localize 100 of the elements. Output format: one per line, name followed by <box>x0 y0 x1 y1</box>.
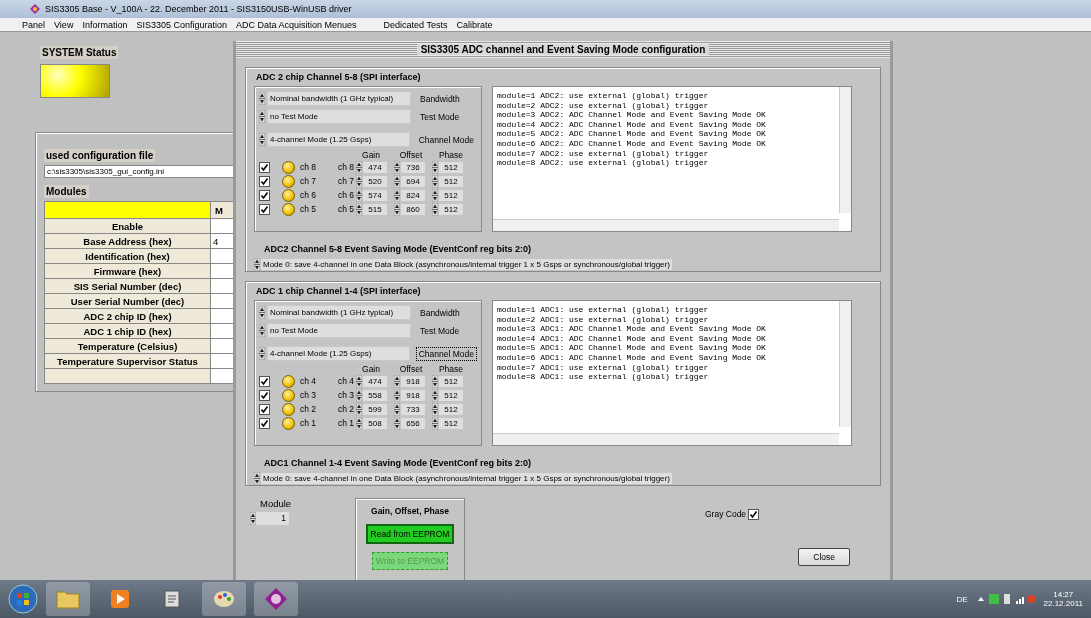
spinner-icon[interactable] <box>394 188 400 202</box>
spinner-icon[interactable] <box>432 188 438 202</box>
tray-icons[interactable] <box>975 593 1036 605</box>
phase-field[interactable]: 512 <box>439 375 463 387</box>
spinner-icon[interactable] <box>356 388 362 402</box>
spinner-icon[interactable] <box>394 174 400 188</box>
spinner-icon[interactable] <box>356 202 362 216</box>
gain-field[interactable]: 574 <box>363 189 387 201</box>
spinner-icon[interactable] <box>394 416 400 430</box>
paint-palette-icon[interactable] <box>213 589 235 609</box>
spinner-icon[interactable] <box>259 110 265 123</box>
checkbox[interactable] <box>259 403 270 415</box>
eeprom-button[interactable]: Read from EEPROM <box>365 524 455 544</box>
gain-field[interactable]: 599 <box>363 403 387 415</box>
checkbox[interactable] <box>259 189 270 201</box>
checkbox[interactable] <box>259 389 270 401</box>
start-button[interactable] <box>8 584 38 614</box>
led-icon <box>282 402 295 416</box>
spinner-icon[interactable] <box>394 374 400 388</box>
spinner-icon[interactable] <box>259 133 265 146</box>
mode-select[interactable]: Nominal bandwidth (1 GHz typical) <box>267 305 411 320</box>
gain-field[interactable]: 474 <box>363 375 387 387</box>
spinner-icon[interactable] <box>394 202 400 216</box>
spinner-icon[interactable] <box>259 347 265 360</box>
spinner-icon[interactable] <box>254 472 260 485</box>
phase-field[interactable]: 512 <box>439 389 463 401</box>
spinner-icon[interactable] <box>432 202 438 216</box>
horizontal-scrollbar[interactable] <box>493 433 839 445</box>
spinner-icon[interactable] <box>394 160 400 174</box>
app-icon[interactable] <box>264 587 288 611</box>
spinner-icon[interactable] <box>394 388 400 402</box>
gain-field[interactable]: 520 <box>363 175 387 187</box>
mode-select[interactable]: 4-channel Mode (1.25 Gsps) <box>266 346 410 361</box>
phase-field[interactable]: 512 <box>439 203 463 215</box>
spinner-icon[interactable] <box>259 306 265 319</box>
spinner-icon[interactable] <box>254 258 260 271</box>
event-mode-select[interactable]: Mode 0: save 4-channel in one Data Block (asynchronous/internal trigger 1 x 5 Gsps or synchronous/global trigger) <box>261 473 672 484</box>
clock-date[interactable]: 22.12.2011 <box>1043 599 1083 608</box>
phase-field[interactable]: 512 <box>439 161 463 173</box>
spinner-icon[interactable] <box>432 374 438 388</box>
checkbox[interactable] <box>259 175 270 187</box>
offset-field[interactable]: 733 <box>401 403 425 415</box>
offset-field[interactable]: 860 <box>401 203 425 215</box>
offset-field[interactable]: 656 <box>401 417 425 429</box>
phase-field[interactable]: 512 <box>439 175 463 187</box>
language-indicator[interactable]: DE <box>956 594 968 604</box>
spinner-icon[interactable] <box>432 174 438 188</box>
offset-field[interactable]: 918 <box>401 375 425 387</box>
gain-field[interactable]: 474 <box>363 161 387 173</box>
spinner-icon[interactable] <box>394 402 400 416</box>
event-mode-select[interactable]: Mode 0: save 4-channel in one Data Block (asynchronous/internal trigger 1 x 5 Gsps or synchronous/global trigger) <box>261 259 672 270</box>
mode-select[interactable]: no Test Mode <box>267 323 411 338</box>
spinner-icon[interactable] <box>259 92 265 105</box>
menu-item[interactable]: ADC Data Acquisition Menues <box>236 19 357 30</box>
phase-field[interactable]: 512 <box>439 403 463 415</box>
offset-field[interactable]: 824 <box>401 189 425 201</box>
log-text-area[interactable] <box>492 300 852 446</box>
notepad-icon[interactable] <box>162 589 182 609</box>
log-text-area[interactable] <box>492 86 852 232</box>
offset-field[interactable]: 918 <box>401 389 425 401</box>
spinner-icon[interactable] <box>356 188 362 202</box>
mode-select[interactable]: 4-channel Mode (1.25 Gsps) <box>266 132 410 147</box>
spinner-icon[interactable] <box>432 402 438 416</box>
close-button[interactable]: Close <box>798 548 850 566</box>
spinner-icon[interactable] <box>432 160 438 174</box>
spinner-icon[interactable] <box>356 374 362 388</box>
checkbox[interactable] <box>259 161 270 173</box>
menu-item[interactable]: SIS3305 Configuration <box>136 19 227 30</box>
gain-field[interactable]: 508 <box>363 417 387 429</box>
spinner-icon[interactable] <box>356 402 362 416</box>
offset-field[interactable]: 736 <box>401 161 425 173</box>
menu-item[interactable]: Information <box>82 19 128 30</box>
spinner-icon[interactable] <box>356 174 362 188</box>
mode-select[interactable]: Nominal bandwidth (1 GHz typical) <box>267 91 411 106</box>
horizontal-scrollbar[interactable] <box>493 219 839 231</box>
spinner-icon[interactable] <box>250 512 256 525</box>
menu-item[interactable]: Dedicated Tests <box>383 19 448 30</box>
phase-field[interactable]: 512 <box>439 417 463 429</box>
module-field[interactable]: 1 <box>256 512 289 525</box>
clock-time[interactable]: 14:27 <box>1053 590 1074 599</box>
checkbox[interactable] <box>259 375 270 387</box>
checkbox[interactable] <box>748 508 760 520</box>
checkbox[interactable] <box>259 417 270 429</box>
menu-item[interactable]: View <box>54 19 74 30</box>
mode-select[interactable]: no Test Mode <box>267 109 411 124</box>
spinner-icon[interactable] <box>432 416 438 430</box>
checkbox[interactable] <box>259 203 270 215</box>
media-player-icon[interactable] <box>110 589 130 609</box>
offset-field[interactable]: 694 <box>401 175 425 187</box>
spinner-icon[interactable] <box>432 388 438 402</box>
vertical-scrollbar[interactable] <box>839 301 851 427</box>
spinner-icon[interactable] <box>356 160 362 174</box>
vertical-scrollbar[interactable] <box>839 87 851 213</box>
phase-field[interactable]: 512 <box>439 189 463 201</box>
spinner-icon[interactable] <box>356 416 362 430</box>
menu-item[interactable]: Panel <box>22 19 46 30</box>
gain-field[interactable]: 558 <box>363 389 387 401</box>
menu-item[interactable]: Calibrate <box>456 19 493 30</box>
spinner-icon[interactable] <box>259 324 265 337</box>
gain-field[interactable]: 515 <box>363 203 387 215</box>
